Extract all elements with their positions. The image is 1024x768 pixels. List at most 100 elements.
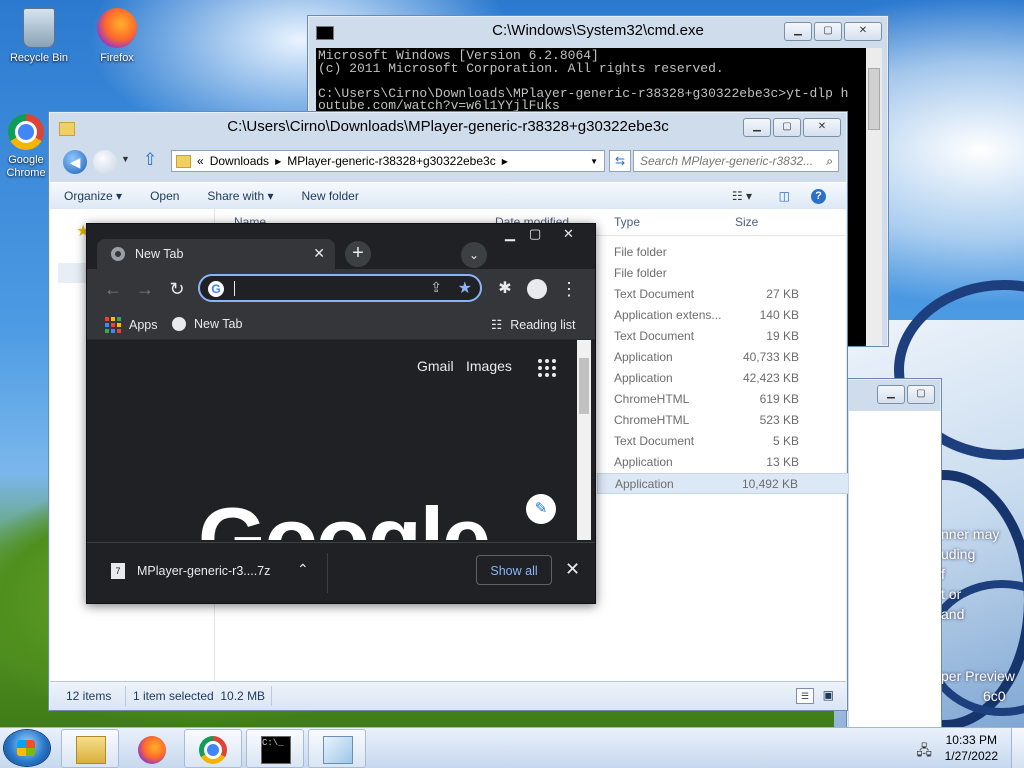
- preview-pane-icon[interactable]: ◫: [779, 189, 790, 203]
- table-row[interactable]: Text Document 5 KB: [597, 431, 849, 452]
- table-row[interactable]: ChromeHTML 523 KB: [597, 410, 849, 431]
- table-row[interactable]: Application 13 KB: [597, 452, 849, 473]
- breadcrumb-folder[interactable]: MPlayer-generic-r38328+g30322ebe3c: [287, 154, 495, 168]
- table-row[interactable]: Application extens... 140 KB: [597, 305, 849, 326]
- column-header-size[interactable]: Size: [735, 209, 758, 235]
- google-apps-icon[interactable]: [538, 359, 556, 377]
- clock-time: 10:33 PM: [945, 733, 997, 747]
- details-view-icon[interactable]: ☰: [796, 688, 814, 704]
- table-row[interactable]: Text Document 27 KB: [597, 284, 849, 305]
- cmd-scrollbar[interactable]: [866, 48, 882, 346]
- new-folder-button[interactable]: New folder: [287, 189, 372, 203]
- close-tab-icon[interactable]: ✕: [313, 245, 325, 262]
- desktop: Recycle Bin Firefox Google Chrome C:\Win…: [0, 0, 1024, 728]
- close-button[interactable]: ✕: [563, 226, 574, 242]
- large-icons-view-icon[interactable]: ▣: [823, 688, 834, 702]
- background-text: nner may uding f t or and per Preview 6c…: [941, 524, 1024, 706]
- desktop-icon-firefox[interactable]: Firefox: [82, 8, 152, 64]
- forward-button[interactable]: [93, 150, 117, 174]
- chevron-right-icon[interactable]: ▶: [502, 157, 508, 166]
- help-icon[interactable]: ?: [811, 188, 826, 204]
- share-with-button[interactable]: Share with ▾: [193, 189, 287, 203]
- taskbar-firefox[interactable]: [123, 729, 181, 768]
- kebab-menu-icon[interactable]: ⋮: [557, 277, 581, 301]
- back-button[interactable]: ◀: [63, 150, 87, 174]
- extensions-puzzle-icon[interactable]: ✱: [493, 277, 517, 301]
- page-scrollbar[interactable]: [577, 340, 591, 540]
- download-item[interactable]: 7 MPlayer-generic-r3....7z: [111, 563, 270, 579]
- desktop-icon-chrome[interactable]: Google Chrome: [0, 114, 52, 180]
- table-row[interactable]: Text Document 19 KB: [597, 326, 849, 347]
- share-icon[interactable]: ⇪: [430, 279, 442, 296]
- table-row-selected[interactable]: Application 10,492 KB: [597, 473, 849, 494]
- forward-arrow-icon[interactable]: →: [133, 277, 157, 301]
- background-text-line: t or: [941, 586, 962, 602]
- background-window[interactable]: ▁ ▢: [846, 378, 942, 728]
- close-button[interactable]: ✕: [844, 22, 882, 41]
- minimize-button[interactable]: ▁: [505, 226, 515, 242]
- back-arrow-icon[interactable]: ←: [101, 277, 125, 301]
- desktop-icon-label: Recycle Bin: [9, 52, 69, 64]
- table-row[interactable]: File folder: [597, 263, 849, 284]
- chevron-up-icon[interactable]: ⌃: [297, 561, 309, 578]
- bookmark-new-tab[interactable]: New Tab: [172, 317, 242, 331]
- tab-search-button[interactable]: ⌄: [461, 242, 487, 268]
- chevron-right-icon[interactable]: ▶: [275, 157, 281, 166]
- profile-avatar-icon[interactable]: [525, 277, 549, 301]
- omnibox-input[interactable]: G ⇪ ★: [198, 274, 482, 302]
- taskbar-explorer[interactable]: [61, 729, 119, 768]
- breadcrumb-downloads[interactable]: Downloads: [210, 154, 269, 168]
- close-button[interactable]: ✕: [803, 118, 841, 137]
- reload-icon[interactable]: ↻: [165, 277, 189, 301]
- maximize-button[interactable]: ▢: [907, 385, 935, 404]
- maximize-button[interactable]: ▢: [814, 22, 842, 41]
- refresh-button[interactable]: ⇆: [609, 150, 631, 172]
- chevron-down-icon[interactable]: ▼: [121, 154, 130, 164]
- clock[interactable]: 10:33 PM 1/27/2022: [945, 732, 998, 764]
- taskbar-chrome[interactable]: [184, 729, 242, 768]
- show-desktop-button[interactable]: [1011, 728, 1024, 768]
- open-button[interactable]: Open: [136, 189, 193, 203]
- scroll-thumb[interactable]: [868, 68, 880, 130]
- close-download-shelf-icon[interactable]: ✕: [565, 559, 580, 580]
- chrome-window[interactable]: ▁ ▢ ✕ New Tab ✕ + ⌄ ← → ↻ G ⇪ ★ ✱ ⋮ Apps…: [86, 223, 596, 604]
- minimize-button[interactable]: ▁: [743, 118, 771, 137]
- desktop-icon-label: Google Chrome: [6, 154, 46, 179]
- search-input[interactable]: Search MPlayer-generic-r3832... ⌕: [633, 150, 839, 172]
- breadcrumb-back[interactable]: «: [197, 154, 204, 168]
- table-row[interactable]: Application 40,733 KB: [597, 347, 849, 368]
- background-text-line: f: [941, 566, 945, 582]
- maximize-button[interactable]: ▢: [773, 118, 801, 137]
- folder-icon: [176, 154, 191, 168]
- customize-pencil-icon[interactable]: ✎: [526, 494, 556, 524]
- gmail-link[interactable]: Gmail: [417, 358, 454, 374]
- taskbar-notepad[interactable]: [308, 729, 366, 768]
- table-row[interactable]: Application 42,423 KB: [597, 368, 849, 389]
- maximize-button[interactable]: ▢: [529, 226, 541, 242]
- bookmark-apps[interactable]: Apps: [105, 317, 158, 333]
- view-options-icon[interactable]: ☷ ▾: [732, 189, 752, 203]
- organize-button[interactable]: Organize ▾: [50, 189, 136, 203]
- start-button[interactable]: [4, 730, 50, 766]
- minimize-button[interactable]: ▁: [784, 22, 812, 41]
- table-row[interactable]: File folder: [597, 242, 849, 263]
- taskbar-cmd[interactable]: C:\_: [246, 729, 304, 768]
- images-link[interactable]: Images: [466, 358, 512, 374]
- address-dropdown-icon[interactable]: ▼: [590, 157, 598, 166]
- network-icon[interactable]: 🖧: [916, 740, 932, 764]
- column-header-type[interactable]: Type: [614, 209, 640, 235]
- bookmark-star-icon[interactable]: ★: [458, 278, 472, 298]
- address-bar[interactable]: « Downloads ▶ MPlayer-generic-r38328+g30…: [171, 150, 605, 172]
- search-icon[interactable]: ⌕: [826, 151, 833, 171]
- show-all-button[interactable]: Show all: [476, 555, 552, 585]
- scroll-thumb[interactable]: [579, 358, 589, 414]
- background-text-line: and: [941, 606, 965, 622]
- new-tab-button[interactable]: +: [345, 241, 371, 267]
- download-filename: MPlayer-generic-r3....7z: [137, 564, 271, 578]
- minimize-button[interactable]: ▁: [877, 385, 905, 404]
- tab-new-tab[interactable]: New Tab ✕: [97, 239, 335, 269]
- table-row[interactable]: ChromeHTML 619 KB: [597, 389, 849, 410]
- reading-list-button[interactable]: ☷ Reading list: [491, 317, 576, 333]
- up-arrow-icon[interactable]: ⇧: [143, 150, 157, 170]
- desktop-icon-recycle-bin[interactable]: Recycle Bin: [4, 8, 74, 64]
